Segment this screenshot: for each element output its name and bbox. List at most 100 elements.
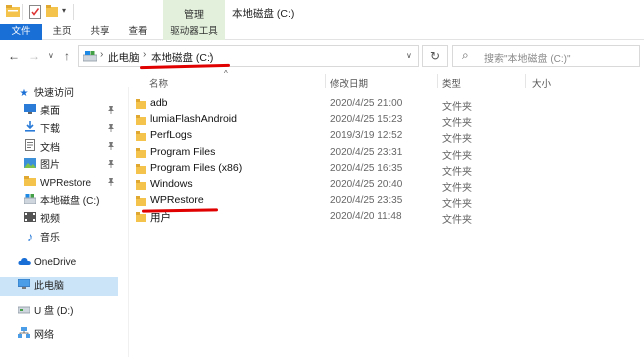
file-date: 2020/4/25 21:00 <box>330 98 403 109</box>
sidebar-item-documents[interactable]: 文档 <box>24 139 60 156</box>
file-row[interactable]: WPRestore 2020/4/25 23:35 文件夹 <box>130 193 644 210</box>
sidebar-item-downloads[interactable]: 下载 <box>24 121 60 138</box>
file-row[interactable]: Program Files (x86) 2020/4/25 16:35 文件夹 <box>130 161 644 178</box>
file-type: 文件夹 <box>442 151 472 162</box>
file-date: 2020/4/25 20:40 <box>330 179 403 190</box>
sidebar-quick-access[interactable]: ★ 快速访问 <box>18 85 74 102</box>
sidebar-item-pictures[interactable]: 图片 <box>24 157 60 174</box>
tab-drive-tools[interactable]: 驱动器工具 <box>163 24 225 40</box>
pin-icon <box>107 142 115 152</box>
breadcrumb-separator: › <box>209 49 213 60</box>
file-date: 2020/4/25 23:35 <box>330 195 403 206</box>
folder-icon <box>136 196 146 206</box>
sidebar-item-desktop[interactable]: 桌面 <box>24 103 60 120</box>
sidebar-label: OneDrive <box>34 257 77 268</box>
sidebar-label: 图片 <box>40 160 60 171</box>
file-type: 文件夹 <box>442 102 472 113</box>
column-header-type[interactable]: 类型 <box>442 76 461 90</box>
breadcrumb-this-pc[interactable]: 此电脑 <box>108 50 140 65</box>
file-row[interactable]: lumiaFlashAndroid 2020/4/25 15:23 文件夹 <box>130 112 644 129</box>
tab-file[interactable]: 文件 <box>0 24 42 40</box>
sidebar-item-videos[interactable]: 视频 <box>24 211 60 228</box>
file-row[interactable]: Windows 2020/4/25 20:40 文件夹 <box>130 177 644 194</box>
tab-share[interactable]: 共享 <box>86 24 114 40</box>
star-icon: ★ <box>19 88 29 99</box>
folder-icon <box>136 212 146 222</box>
tab-view[interactable]: 查看 <box>124 24 152 40</box>
back-arrow-icon[interactable]: ← <box>8 49 20 63</box>
pin-icon <box>107 178 115 188</box>
search-placeholder: 搜索"本地磁盘 (C:)" <box>484 54 571 65</box>
file-name: Program Files (x86) <box>150 162 243 174</box>
video-icon <box>24 211 36 228</box>
sidebar-label: 下载 <box>40 124 60 135</box>
file-name: lumiaFlashAndroid <box>150 113 237 125</box>
breadcrumb-separator: › <box>143 49 147 60</box>
file-date: 2020/4/20 11:48 <box>330 211 402 222</box>
column-divider[interactable] <box>437 74 438 88</box>
folder-icon <box>24 175 36 192</box>
sidebar-usb-drive[interactable]: U 盘 (D:) <box>17 303 74 320</box>
sidebar-network[interactable]: 网络 <box>18 327 54 344</box>
network-icon <box>18 327 30 344</box>
window-title: 本地磁盘 (C:) <box>232 8 295 20</box>
file-name: Windows <box>150 178 193 190</box>
computer-icon <box>17 278 31 295</box>
new-folder-icon[interactable] <box>46 5 58 19</box>
sidebar-label: U 盘 (D:) <box>34 306 74 317</box>
refresh-icon[interactable]: ↻ <box>422 45 448 67</box>
column-header-modified[interactable]: 修改日期 <box>330 76 368 90</box>
file-date: 2019/3/19 12:52 <box>330 130 403 141</box>
sidebar-item-local-disk[interactable]: 本地磁盘 (C:) <box>23 193 99 210</box>
recent-locations-icon[interactable]: ∨ <box>48 51 54 60</box>
sidebar-label: 音乐 <box>40 233 60 244</box>
column-divider[interactable] <box>325 74 326 88</box>
file-name: 用户 <box>150 212 171 224</box>
customize-dropdown-icon[interactable]: ▾ <box>62 6 66 15</box>
divider <box>22 4 23 20</box>
file-row[interactable]: 用户 2020/4/20 11:48 文件夹 <box>130 209 644 226</box>
pictures-icon <box>24 157 36 174</box>
file-date: 2020/4/25 15:23 <box>330 114 403 125</box>
column-header-name[interactable]: 名称 <box>149 76 168 90</box>
desktop-icon <box>24 103 36 120</box>
breadcrumb-local-disk[interactable]: 本地磁盘 (C:) <box>151 50 213 65</box>
sort-ascending-icon: ^ <box>224 69 228 78</box>
sidebar-label: 桌面 <box>40 106 60 117</box>
up-arrow-icon[interactable]: ↑ <box>64 49 70 63</box>
file-row[interactable]: Program Files 2020/4/25 23:31 文件夹 <box>130 145 644 162</box>
drive-icon <box>23 193 37 210</box>
file-type: 文件夹 <box>442 167 472 178</box>
properties-icon[interactable] <box>29 5 41 19</box>
file-date: 2020/4/25 23:31 <box>330 147 403 158</box>
file-row[interactable]: PerfLogs 2019/3/19 12:52 文件夹 <box>130 128 644 145</box>
file-name: WPRestore <box>150 194 204 206</box>
folder-icon <box>136 180 146 190</box>
tab-home[interactable]: 主页 <box>48 24 76 40</box>
address-history-icon[interactable]: ∨ <box>406 51 412 60</box>
divider <box>73 4 74 20</box>
file-name: PerfLogs <box>150 129 193 141</box>
column-divider[interactable] <box>525 74 526 88</box>
forward-arrow-icon[interactable]: → <box>28 49 40 63</box>
pin-icon <box>107 160 115 170</box>
column-header-size[interactable]: 大小 <box>532 76 551 90</box>
sidebar-this-pc[interactable]: 此电脑 <box>17 278 64 295</box>
music-icon: ♪ <box>27 230 33 244</box>
sidebar-onedrive[interactable]: OneDrive <box>18 254 76 271</box>
folder-icon <box>136 131 146 141</box>
file-type: 文件夹 <box>442 199 472 210</box>
document-icon <box>24 139 36 157</box>
context-tab-manage[interactable]: 管理 <box>163 6 225 21</box>
sidebar-label: 视频 <box>40 214 60 225</box>
file-name: adb <box>150 97 168 109</box>
file-type: 文件夹 <box>442 183 472 194</box>
file-date: 2020/4/25 16:35 <box>330 163 403 174</box>
sidebar-item-music[interactable]: ♪ 音乐 <box>24 229 60 246</box>
pin-icon <box>107 106 115 116</box>
file-name: Program Files <box>150 146 216 158</box>
file-row[interactable]: adb 2020/4/25 21:00 文件夹 <box>130 96 644 113</box>
search-icon: ⌕ <box>462 48 469 62</box>
sidebar-item-wprestore[interactable]: WPRestore <box>24 175 91 192</box>
folder-icon <box>136 115 146 125</box>
